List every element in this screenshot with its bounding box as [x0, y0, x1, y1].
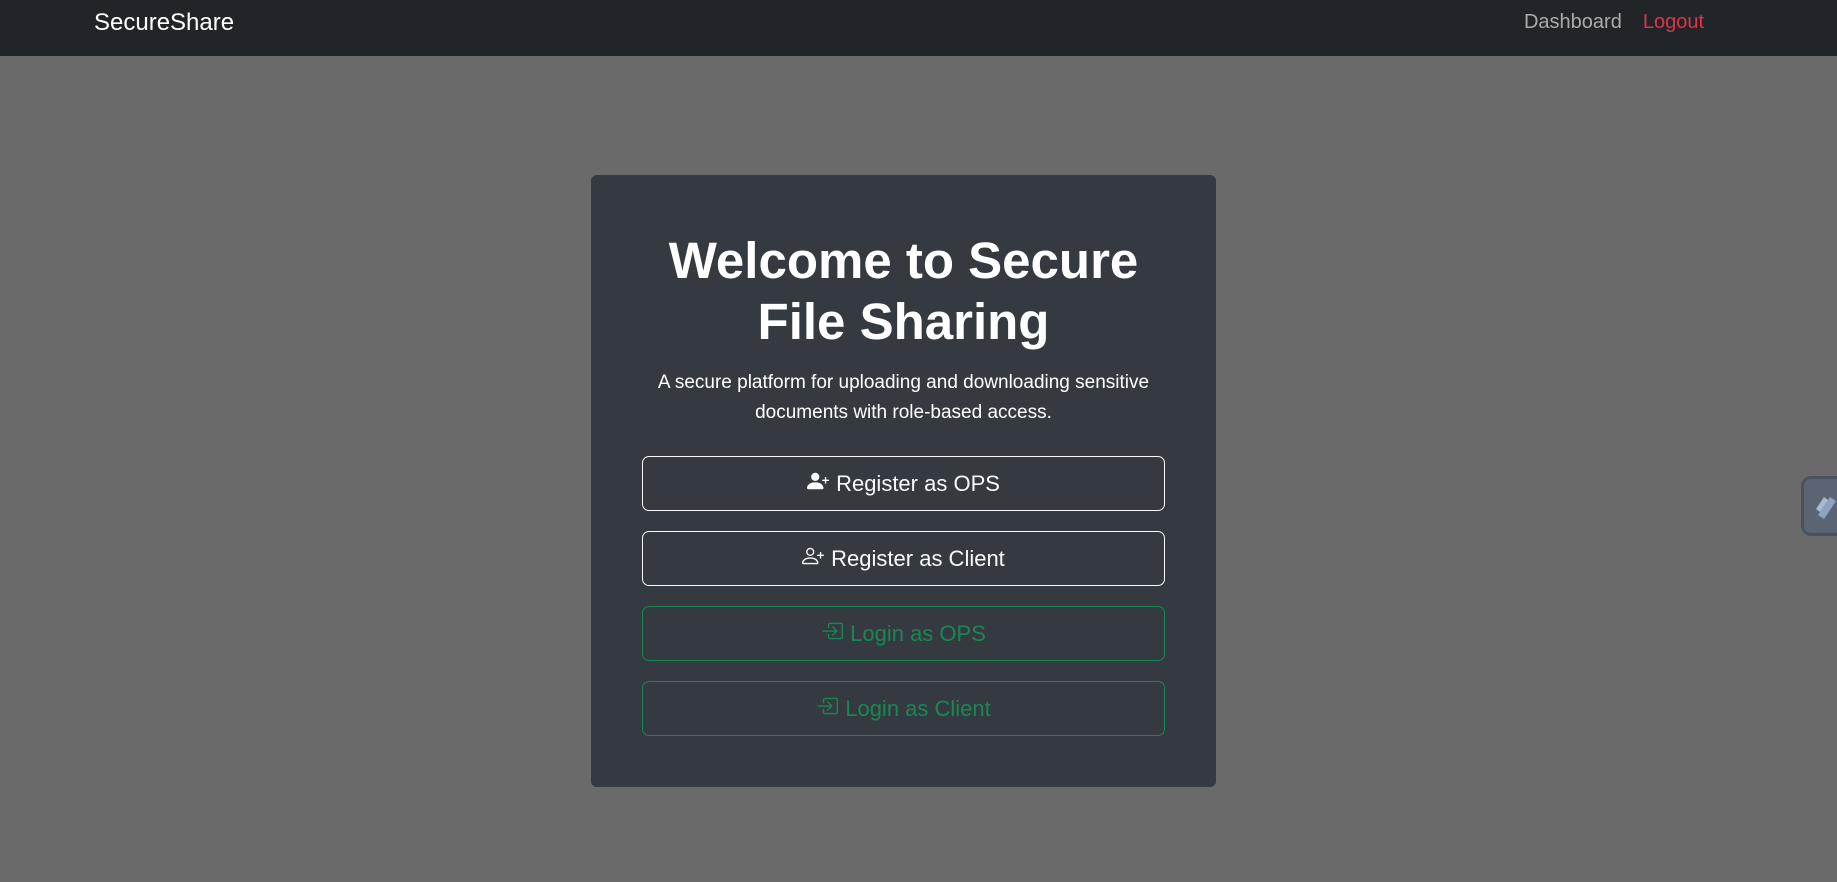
login-client-label: Login as Client: [845, 695, 991, 721]
navbar: SecureShare Dashboard Logout: [0, 0, 1837, 56]
login-client-button[interactable]: Login as Client: [642, 681, 1165, 736]
box-arrow-in-right-icon: [816, 695, 839, 723]
register-ops-label: Register as OPS: [836, 470, 1000, 496]
side-extension-widget[interactable]: [1801, 476, 1837, 536]
welcome-card: Welcome to Secure File Sharing A secure …: [591, 175, 1216, 787]
person-plus-fill-icon: [807, 470, 830, 498]
logout-link[interactable]: Logout: [1643, 10, 1704, 34]
register-ops-button[interactable]: Register as OPS: [642, 456, 1165, 511]
page-subtitle: A secure platform for uploading and down…: [657, 372, 1150, 423]
nav-links: Dashboard Logout: [1524, 10, 1704, 34]
person-plus-icon: [802, 545, 825, 573]
login-ops-label: Login as OPS: [850, 620, 986, 646]
register-client-button[interactable]: Register as Client: [642, 531, 1165, 586]
page-title: Welcome to Secure File Sharing: [668, 232, 1139, 350]
register-client-label: Register as Client: [831, 545, 1005, 571]
brand-link[interactable]: SecureShare: [94, 9, 234, 37]
dashboard-link[interactable]: Dashboard: [1524, 10, 1622, 34]
login-ops-button[interactable]: Login as OPS: [642, 606, 1165, 661]
pencil-icon: [1816, 497, 1836, 519]
box-arrow-in-right-icon: [821, 620, 844, 648]
